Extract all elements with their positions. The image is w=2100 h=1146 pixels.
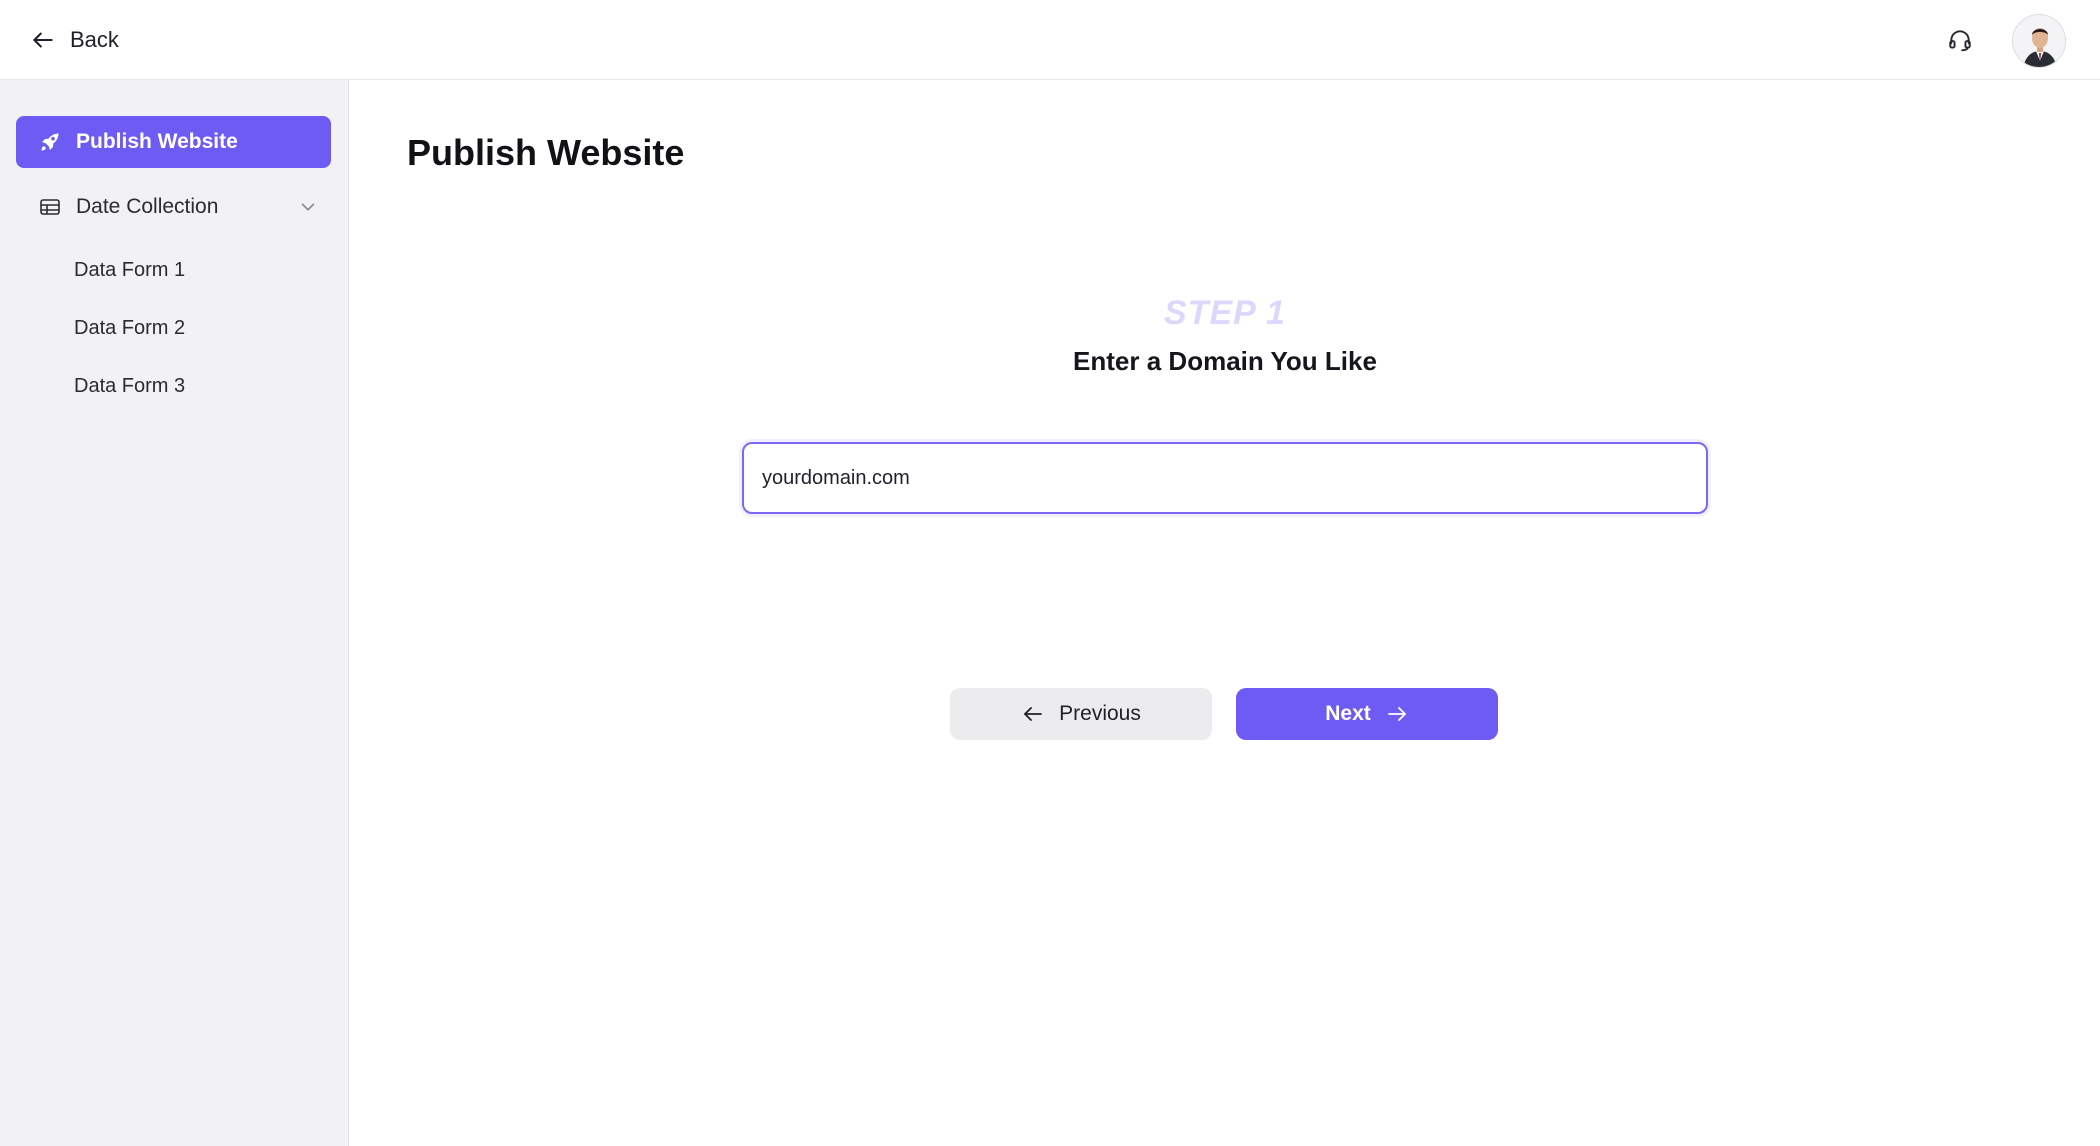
main-content: Publish Website STEP 1 Enter a Domain Yo… [350,80,2100,1146]
step-label: STEP 1 [1164,294,1286,332]
arrow-left-icon [33,32,53,48]
chevron-down-icon [301,203,315,211]
sidebar: Publish Website Date Collection Data For… [0,80,349,1146]
back-label: Back [70,27,119,52]
avatar-image [2013,15,2065,67]
step-heading: Enter a Domain You Like [1073,346,1377,376]
domain-input[interactable] [742,442,1708,514]
sidebar-item-label: Publish Website [76,130,238,153]
sidebar-item-data-form-3[interactable]: Data Form 3 [74,366,324,406]
sidebar-group-label: Date Collection [76,195,219,218]
rocket-icon [41,133,59,151]
sidebar-group-date-collection[interactable]: Date Collection [16,181,331,233]
table-icon [40,199,60,215]
sidebar-item-data-form-2[interactable]: Data Form 2 [74,308,324,348]
support-button[interactable] [1944,24,1976,56]
top-bar: Back [0,0,2100,80]
user-avatar[interactable] [2012,14,2066,68]
sidebar-item-publish-website[interactable]: Publish Website [16,116,331,168]
back-button[interactable]: Back [30,22,119,58]
previous-button[interactable]: Previous [950,688,1212,740]
next-label: Next [1325,702,1371,725]
previous-label: Previous [1059,702,1141,725]
page-title: Publish Website [407,132,685,173]
headset-icon [1949,30,1971,52]
arrow-right-icon [1387,707,1406,721]
arrow-left-icon [1024,707,1043,721]
next-button[interactable]: Next [1236,688,1498,740]
sidebar-item-data-form-1[interactable]: Data Form 1 [74,250,324,290]
